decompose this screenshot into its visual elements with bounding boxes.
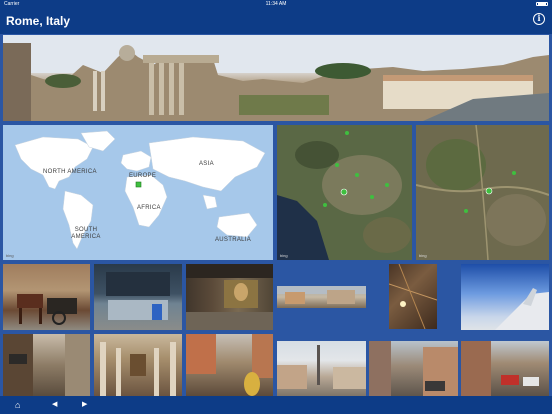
- photo-parked-cars: [461, 341, 539, 396]
- photo-thumbnail[interactable]: [94, 334, 182, 396]
- map-label-europe: EUROPE: [129, 173, 157, 179]
- back-arrow-icon[interactable]: ◀: [52, 399, 57, 411]
- photo-thumbnail[interactable]: [3, 264, 90, 330]
- photo-thumbnail[interactable]: [186, 264, 273, 330]
- map-attribution: bing: [280, 253, 288, 258]
- bottom-toolbar: ⌂ ◀ ▶: [0, 396, 552, 414]
- clock: 11:34 AM: [265, 1, 287, 7]
- photo-thumbnail[interactable]: [3, 334, 90, 396]
- photo-airplane-wing: [495, 288, 549, 330]
- photo-thumbnail[interactable]: [277, 341, 366, 396]
- status-bar: Carrier 11:34 AM: [0, 0, 552, 8]
- panorama-skyline: [3, 35, 549, 121]
- forward-arrow-icon[interactable]: ▶: [82, 399, 87, 411]
- map-label-australia: AUSTRALIA: [215, 237, 252, 243]
- photo-thumbnail[interactable]: [94, 264, 182, 330]
- photo-thumbnail[interactable]: [277, 286, 366, 308]
- info-icon[interactable]: i: [533, 13, 545, 25]
- photo-mona-lisa-billboard: [186, 264, 273, 330]
- photo-night-aerial: [389, 264, 437, 329]
- photo-basilica-interior: [100, 342, 176, 396]
- photo-thumbnail[interactable]: [369, 341, 458, 396]
- photo-spanish-steps-crowd: [186, 334, 273, 396]
- satellite-map-city[interactable]: bing: [416, 125, 549, 260]
- photo-horse-carriage: [17, 294, 77, 325]
- photo-street-buildings: [369, 341, 458, 396]
- battery-icon: [536, 2, 548, 6]
- satellite-region-image: [277, 125, 412, 260]
- nav-bar: Rome, Italy i: [0, 8, 552, 34]
- photo-street-shops: [3, 334, 90, 396]
- home-icon[interactable]: ⌂: [15, 399, 20, 411]
- map-label-south-america: SOUTH AMERICA: [71, 227, 101, 240]
- map-label-africa: AFRICA: [137, 205, 161, 211]
- map-attribution: bing: [419, 253, 427, 258]
- photo-thumbnail[interactable]: [186, 334, 273, 396]
- map-marker[interactable]: [135, 181, 142, 188]
- photo-thumbnail[interactable]: [461, 264, 549, 330]
- photo-station-entrance: [106, 272, 170, 320]
- photo-thumbnail[interactable]: [389, 264, 437, 329]
- panorama-photo[interactable]: [3, 35, 549, 121]
- photo-piazza-panorama: [277, 286, 366, 304]
- satellite-map-region[interactable]: bing: [277, 125, 412, 260]
- map-label-asia: ASIA: [199, 161, 214, 167]
- photo-thumbnail[interactable]: [461, 341, 549, 396]
- world-map[interactable]: NORTH AMERICA EUROPE ASIA AFRICA SOUTH A…: [3, 125, 273, 260]
- map-attribution: bing: [6, 253, 14, 258]
- page-title: Rome, Italy: [6, 14, 71, 28]
- photo-grid: NORTH AMERICA EUROPE ASIA AFRICA SOUTH A…: [0, 34, 552, 396]
- map-label-north-america: NORTH AMERICA: [43, 169, 97, 175]
- satellite-city-image: [416, 125, 549, 260]
- photo-column-square: [277, 345, 366, 389]
